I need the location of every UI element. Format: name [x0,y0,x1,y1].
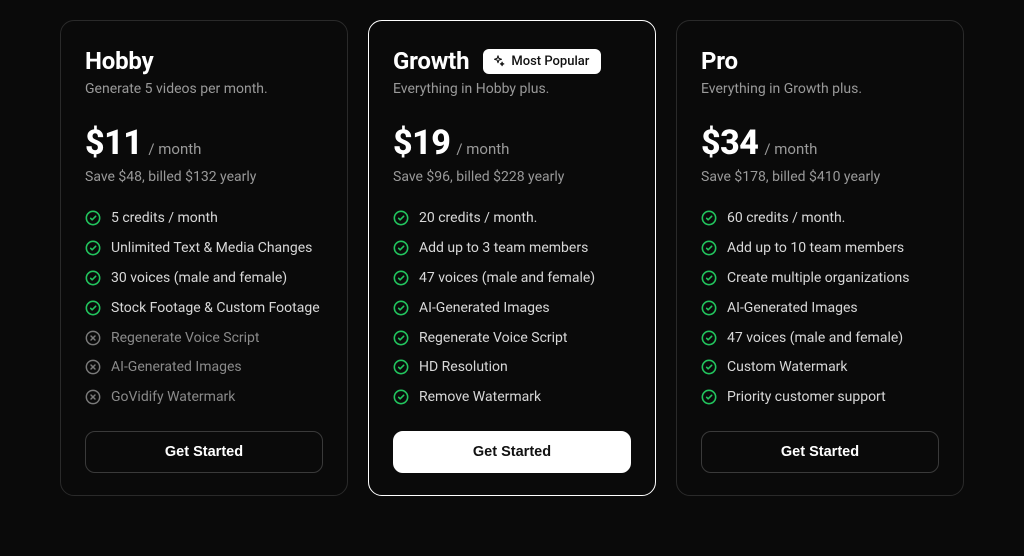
feature-label: Stock Footage & Custom Footage [111,299,323,318]
plan-header: Growth Most Popular [393,47,631,75]
feature-label: AI-Generated Images [419,299,631,318]
plan-title: Pro [701,47,738,75]
check-circle-icon [701,300,717,316]
badge-label: Most Popular [511,54,589,69]
feature-list: 60 credits / month. Add up to 10 team mem… [701,209,939,407]
get-started-button[interactable]: Get Started [393,431,631,473]
plan-card-pro: Pro Everything in Growth plus. $34 / month S… [676,20,964,496]
feature-label: AI-Generated Images [727,299,939,318]
feature-item: AI-Generated Images [85,358,323,377]
feature-item: HD Resolution [393,358,631,377]
feature-label: 30 voices (male and female) [111,269,323,288]
price-amount: $34 [701,123,758,163]
feature-item: AI-Generated Images [393,299,631,318]
feature-item: Stock Footage & Custom Footage [85,299,323,318]
check-circle-icon [393,210,409,226]
price-period: / month [456,140,509,158]
check-circle-icon [393,359,409,375]
price-period: / month [148,140,201,158]
pricing-row: Hobby Generate 5 videos per month. $11 / mo… [0,0,1024,516]
most-popular-badge: Most Popular [483,49,601,74]
savings-text: Save $48, billed $132 yearly [85,169,323,185]
feature-item: 5 credits / month [85,209,323,228]
check-circle-icon [701,210,717,226]
check-circle-icon [701,389,717,405]
feature-item: 60 credits / month. [701,209,939,228]
feature-list: 20 credits / month. Add up to 3 team memb… [393,209,631,407]
feature-item: AI-Generated Images [701,299,939,318]
sparkles-icon [491,54,505,68]
price-period: / month [764,140,817,158]
feature-item: 30 voices (male and female) [85,269,323,288]
feature-label: 47 voices (male and female) [419,269,631,288]
check-circle-icon [393,389,409,405]
price-amount: $19 [393,123,450,163]
price-row: $11 / month [85,123,323,163]
check-circle-icon [701,240,717,256]
feature-item: Priority customer support [701,388,939,407]
plan-subtitle: Everything in Hobby plus. [393,81,631,97]
feature-label: GoVidify Watermark [111,388,323,407]
check-circle-icon [85,300,101,316]
check-circle-icon [393,240,409,256]
plan-header: Hobby [85,47,323,75]
check-circle-icon [393,270,409,286]
feature-item: Create multiple organizations [701,269,939,288]
feature-label: Custom Watermark [727,358,939,377]
check-circle-icon [85,240,101,256]
feature-item: 47 voices (male and female) [393,269,631,288]
feature-item: GoVidify Watermark [85,388,323,407]
feature-label: Regenerate Voice Script [419,329,631,348]
savings-text: Save $96, billed $228 yearly [393,169,631,185]
check-circle-icon [701,270,717,286]
feature-label: Add up to 10 team members [727,239,939,258]
check-circle-icon [393,300,409,316]
feature-label: Unlimited Text & Media Changes [111,239,323,258]
feature-label: 47 voices (male and female) [727,329,939,348]
plan-title: Hobby [85,47,153,75]
x-circle-icon [85,389,101,405]
feature-label: Create multiple organizations [727,269,939,288]
feature-item: 20 credits / month. [393,209,631,228]
plan-card-growth: Growth Most Popular Everything in Hobby pl… [368,20,656,496]
feature-label: Priority customer support [727,388,939,407]
feature-item: 47 voices (male and female) [701,329,939,348]
check-circle-icon [85,210,101,226]
plan-subtitle: Everything in Growth plus. [701,81,939,97]
feature-label: HD Resolution [419,358,631,377]
check-circle-icon [393,330,409,346]
plan-title: Growth [393,47,469,75]
plan-header: Pro [701,47,939,75]
plan-subtitle: Generate 5 videos per month. [85,81,323,97]
check-circle-icon [701,359,717,375]
feature-item: Add up to 3 team members [393,239,631,258]
feature-label: 5 credits / month [111,209,323,228]
plan-card-hobby: Hobby Generate 5 videos per month. $11 / mo… [60,20,348,496]
feature-list: 5 credits / month Unlimited Text & Media … [85,209,323,407]
feature-item: Custom Watermark [701,358,939,377]
savings-text: Save $178, billed $410 yearly [701,169,939,185]
x-circle-icon [85,359,101,375]
get-started-button[interactable]: Get Started [85,431,323,473]
feature-item: Remove Watermark [393,388,631,407]
price-amount: $11 [85,123,142,163]
feature-label: Regenerate Voice Script [111,329,323,348]
feature-item: Add up to 10 team members [701,239,939,258]
check-circle-icon [701,330,717,346]
feature-item: Unlimited Text & Media Changes [85,239,323,258]
feature-label: AI-Generated Images [111,358,323,377]
price-row: $19 / month [393,123,631,163]
feature-item: Regenerate Voice Script [393,329,631,348]
get-started-button[interactable]: Get Started [701,431,939,473]
feature-label: 20 credits / month. [419,209,631,228]
feature-label: 60 credits / month. [727,209,939,228]
price-row: $34 / month [701,123,939,163]
feature-label: Add up to 3 team members [419,239,631,258]
feature-label: Remove Watermark [419,388,631,407]
x-circle-icon [85,330,101,346]
check-circle-icon [85,270,101,286]
feature-item: Regenerate Voice Script [85,329,323,348]
